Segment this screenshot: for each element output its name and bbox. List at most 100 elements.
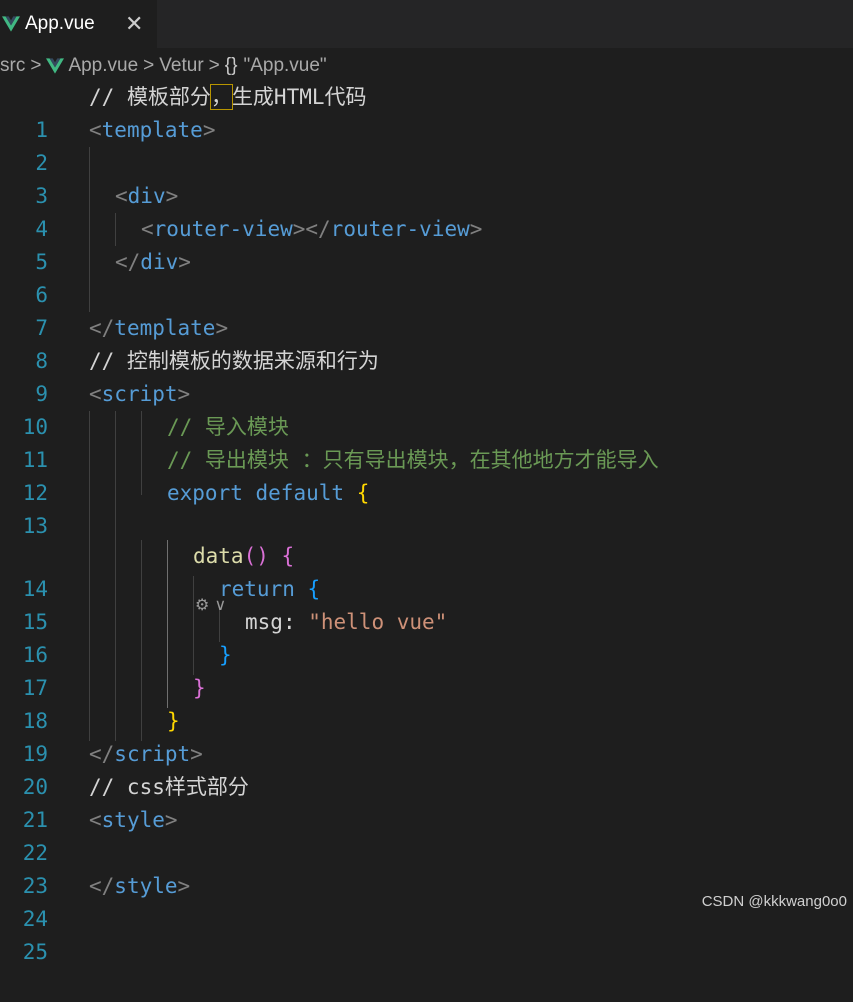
code-line-4: 4 <div> (0, 180, 853, 241)
line-code: </div> (115, 246, 191, 279)
keyword: export (167, 481, 243, 505)
code-line-16: 16 msg: "hello vue" (0, 606, 853, 667)
line-code: data() { (193, 540, 294, 573)
tag-bracket: < (89, 382, 102, 406)
tag-bracket: < (141, 217, 154, 241)
breadcrumb: src > App.vue > Vetur > {} "App.vue" (0, 52, 853, 80)
property-name: msg (245, 610, 283, 634)
tag-bracket: > (202, 118, 216, 142)
code-line-19: 19 } (0, 705, 853, 766)
tag-bracket: > (190, 742, 203, 766)
tag-name: script (101, 382, 178, 406)
line-code: // css样式部分 (89, 771, 249, 804)
tab-app-vue[interactable]: App.vue ✕ (0, 0, 157, 48)
tag-name: script (114, 742, 191, 766)
tag-bracket: > (469, 217, 483, 241)
code-line-23: 23 (0, 837, 853, 898)
breadcrumb-item-src[interactable]: src (0, 55, 25, 77)
tag-name: router-view (330, 217, 470, 241)
keyword: default (255, 481, 345, 505)
breadcrumb-item-app-vue-object[interactable]: "App.vue" (243, 55, 326, 77)
line-code: <router-view></router-view> (141, 213, 482, 246)
code-line-2: 2 <template> (0, 114, 853, 175)
colon: : (282, 610, 309, 634)
code-line-17: 17 } (0, 639, 853, 700)
vue-logo-icon (2, 16, 20, 32)
chevron-right-icon: > (143, 55, 155, 76)
brace: { (356, 481, 370, 505)
line-code: <script> (89, 378, 190, 411)
tag-bracket: > (215, 316, 229, 340)
vue-logo-icon (46, 58, 65, 74)
string-literal: "hello vue" (308, 610, 448, 634)
tag-name: style (114, 874, 178, 898)
breadcrumb-item-app-vue[interactable]: App.vue (68, 55, 138, 77)
line-code: msg: "hello vue" (245, 606, 447, 639)
tab-label: App.vue (25, 13, 95, 34)
tag-name: template (101, 118, 203, 142)
tag-name: style (101, 808, 165, 832)
tag-bracket: > (178, 250, 191, 274)
tag-name: div (127, 184, 166, 208)
code-line-7: 7 (0, 279, 853, 340)
code-line-21: 21 // css样式部分 (0, 771, 853, 832)
line-code: export default { (167, 477, 369, 510)
tag-bracket: ></ (292, 217, 331, 241)
line-code: </style> (89, 870, 190, 903)
brace: { (281, 544, 295, 568)
brace: { (307, 577, 321, 601)
line-code: // 模板部分，生成HTML代码 (89, 81, 367, 114)
tag-bracket: > (164, 808, 178, 832)
code-line-10: 10 <script> (0, 378, 853, 439)
comment-text: 模板部分 (126, 85, 211, 109)
code-line-20: 20 </script> (0, 738, 853, 799)
code-line-13: 13 export default { (0, 477, 853, 538)
code-editor[interactable]: 1 // 模板部分，生成HTML代码 2 <template> 3 4 <div… (0, 81, 853, 964)
highlighted-char: ， (209, 84, 233, 110)
code-line-8: 8 </template> (0, 312, 853, 373)
line-code: <template> (89, 114, 215, 147)
tag-name: template (114, 316, 216, 340)
tag-bracket: > (165, 184, 179, 208)
parens: () (243, 544, 269, 568)
code-line-14: 14 data() { (0, 540, 853, 601)
tag-bracket: </ (89, 874, 115, 898)
comment-prefix: // css (89, 775, 165, 799)
keyword: return (219, 577, 295, 601)
code-line-1: 1 // 模板部分，生成HTML代码 (0, 81, 853, 142)
tag-name: div (140, 250, 179, 274)
tag-bracket: > (177, 874, 191, 898)
line-code: </script> (89, 738, 203, 771)
code-line-6: 6 </div> (0, 246, 853, 307)
line-code: <style> (89, 804, 178, 837)
tag-bracket: </ (89, 742, 115, 766)
code-line-9: 9 // 控制模板的数据来源和行为 (0, 345, 853, 406)
line-code: // 导出模块 ：只有导出模块，在其他地方才能导入 (167, 448, 659, 472)
line-code: return { (219, 573, 320, 606)
tag-bracket: > (177, 382, 191, 406)
comment-text: 样式部分 (164, 775, 249, 799)
code-line-22: 22 <style> (0, 804, 853, 865)
tab-bar: App.vue ✕ (0, 0, 853, 48)
line-code: } (219, 643, 232, 667)
chevron-right-icon: > (208, 55, 220, 76)
line-code: } (193, 676, 206, 700)
tag-bracket: < (89, 118, 102, 142)
tag-bracket: < (89, 808, 102, 832)
comment-text: 生成HTML代码 (231, 85, 367, 109)
code-line-18: 18 } (0, 672, 853, 733)
line-code: } (167, 709, 180, 733)
code-line-11: 11 // 导入模块 (0, 411, 853, 472)
line-code: <div> (115, 180, 178, 213)
braces-icon: {} (224, 55, 238, 76)
line-code: </template> (89, 312, 228, 345)
code-line-12: 12 // 导出模块 ：只有导出模块，在其他地方才能导入 (0, 444, 853, 505)
line-number: 25 (22, 940, 48, 964)
watermark: CSDN @kkkwang0o0 (701, 893, 847, 910)
close-icon[interactable]: ✕ (125, 11, 143, 37)
breadcrumb-item-vetur[interactable]: Vetur (159, 55, 203, 77)
line-code: // 导入模块 (167, 415, 289, 439)
code-line-3: 3 (0, 147, 853, 208)
tag-bracket: </ (89, 316, 115, 340)
line-code: // 控制模板的数据来源和行为 (89, 349, 379, 373)
